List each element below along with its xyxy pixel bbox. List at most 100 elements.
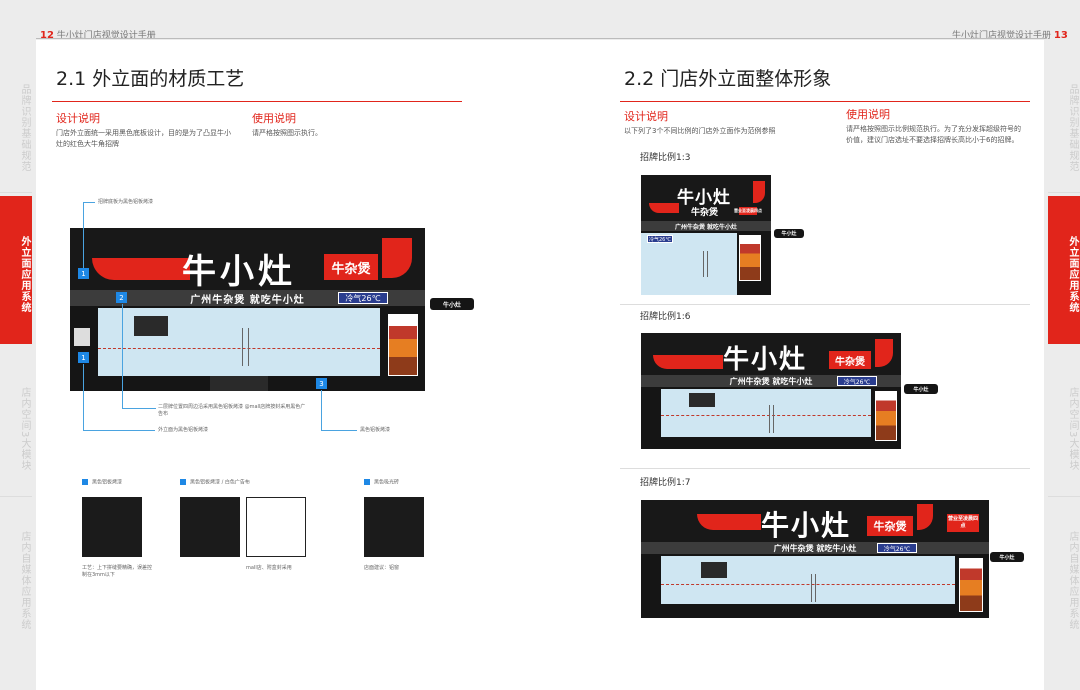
right-tab-brand-basics[interactable]: 品牌识别基础规范 bbox=[1048, 60, 1080, 188]
marker-1b: 1 bbox=[78, 352, 89, 363]
horn-left bbox=[697, 514, 761, 530]
material-label-text: 黑色铝板烤漆 bbox=[92, 479, 123, 486]
right-tab-interior-modules[interactable]: 店内空间3大模块 bbox=[1048, 360, 1080, 490]
slogan-band: 广州牛杂煲 就吃牛小灶 bbox=[641, 221, 771, 231]
leader-line bbox=[83, 202, 84, 268]
material-note-1: 工艺：上下拼缝要精确，误差控制在3mm以下 bbox=[82, 565, 153, 578]
door-handle bbox=[707, 251, 708, 277]
wall-sign bbox=[74, 328, 90, 346]
left-tab-label: 外立面应用系统 bbox=[19, 235, 30, 313]
leader-line bbox=[122, 304, 123, 408]
leader-line bbox=[83, 430, 155, 431]
horn-left bbox=[649, 203, 679, 213]
brand-tag: 牛杂煲 bbox=[867, 516, 913, 536]
storefront-main: 牛小灶 牛杂煲 广州牛杂煲 就吃牛小灶 冷气26℃ bbox=[70, 228, 425, 391]
right-tab-label: 外立面应用系统 bbox=[1067, 235, 1078, 313]
left-tab-divider bbox=[0, 496, 32, 497]
marker-1: 1 bbox=[78, 268, 89, 279]
glass-dashline bbox=[661, 415, 871, 416]
material-note-2: mall店、附盒封采用 bbox=[246, 565, 292, 571]
annotation-second-floor: 二层牌位置四周边沿采用黑色铝板烤漆 @mall店牌按封采用黑色广告布 bbox=[158, 404, 306, 417]
title-rule-left bbox=[52, 101, 462, 102]
menu-poster bbox=[388, 314, 418, 376]
swatch-black-tile bbox=[364, 497, 424, 557]
slogan-band: 广州牛杂煲 就吃牛小灶 bbox=[641, 542, 989, 554]
right-tab-facade-system[interactable]: 外立面应用系统 bbox=[1048, 196, 1080, 344]
annotation-facade: 外立面为黑色铝板烤漆 bbox=[158, 427, 209, 433]
material-label-3: 黑色吸光砖 bbox=[364, 479, 399, 487]
square-icon bbox=[364, 479, 370, 485]
marker-3: 3 bbox=[316, 378, 327, 389]
leader-line bbox=[122, 408, 156, 409]
leader-line bbox=[321, 390, 322, 430]
slogan-text: 广州牛杂煲 就吃牛小灶 bbox=[190, 294, 305, 306]
glass-dashline bbox=[98, 348, 380, 349]
material-label-2: 黑色铝板烤漆 / 白色广告布 bbox=[180, 479, 250, 487]
blade-sign-1: 牛小灶 bbox=[774, 229, 804, 238]
swatch-black-aluminum-2 bbox=[180, 497, 240, 557]
door-gap bbox=[210, 376, 268, 391]
menu-poster bbox=[739, 235, 761, 281]
material-label-text: 黑色吸光砖 bbox=[374, 479, 400, 486]
right-tab-divider bbox=[1048, 192, 1080, 193]
usage-text-right: 请严格按照图示比例规范执行。为了充分发挥超级符号的价值，建议门店选址不要选择招牌… bbox=[846, 125, 1021, 144]
right-page-number: 13 bbox=[1053, 30, 1068, 41]
annotation-signboard: 招牌底板为黑色铝板烤漆 bbox=[98, 199, 154, 205]
door-handle bbox=[769, 405, 770, 433]
section-title-left: 2.1 外立面的材质工艺 bbox=[56, 68, 245, 90]
cold-air-badge: 冷气26℃ bbox=[338, 292, 388, 304]
blade-sign-3: 牛小灶 bbox=[990, 552, 1024, 562]
slogan-text: 广州牛杂煲 就吃牛小灶 bbox=[773, 543, 857, 553]
square-icon bbox=[180, 479, 186, 485]
left-tab-media-system[interactable]: 店内自媒体应用系统 bbox=[0, 506, 32, 646]
slogan-text: 广州牛杂煲 就吃牛小灶 bbox=[729, 376, 813, 386]
brand-name: 牛小灶 bbox=[761, 509, 852, 542]
menu-poster bbox=[875, 391, 897, 441]
right-tab-media-system[interactable]: 店内自媒体应用系统 bbox=[1048, 506, 1080, 646]
design-text-left: 门店外立面统一采用黑色底板设计，目的是为了凸显牛小灶的红色大牛角招牌 bbox=[56, 129, 231, 148]
window-sign-block bbox=[689, 393, 715, 407]
design-text-right: 以下列了3个不同比例的门店外立面作为范例参照 bbox=[624, 127, 776, 135]
section-title-right: 2.2 门店外立面整体形象 bbox=[624, 68, 832, 90]
swatch-black-aluminum bbox=[82, 497, 142, 557]
ratio-label-3: 招牌比例1:7 bbox=[640, 478, 691, 488]
horn-left bbox=[92, 258, 190, 280]
brand-name: 牛小灶 bbox=[182, 252, 296, 292]
square-icon bbox=[82, 479, 88, 485]
manual-spread: 12 牛小灶门店视觉设计手册 牛小灶门店视觉设计手册 13 品牌识别基础规范 外… bbox=[0, 0, 1080, 690]
horn-left bbox=[653, 355, 723, 369]
material-label-1: 黑色铝板烤漆 bbox=[82, 479, 122, 487]
storefront-ratio-1-7: 牛小灶 牛杂煲 营业至凌晨四点 广州牛杂煲 就吃牛小灶 冷气26℃ bbox=[641, 500, 989, 618]
blade-sign-2: 牛小灶 bbox=[904, 384, 938, 394]
cold-air-badge: 冷气26℃ bbox=[837, 376, 877, 386]
storefront-ratio-1-3: 牛小灶 牛杂煲 营业至凌晨四点 广州牛杂煲 就吃牛小灶 冷气26℃ bbox=[641, 175, 771, 295]
slogan-text: 广州牛杂煲 就吃牛小灶 bbox=[674, 223, 738, 231]
marker-2: 2 bbox=[116, 292, 127, 303]
leader-line bbox=[83, 364, 84, 430]
door-handle bbox=[815, 574, 816, 602]
cold-air-badge: 冷气26℃ bbox=[647, 235, 673, 243]
left-tab-label: 品牌识别基础规范 bbox=[19, 84, 30, 172]
door-handle bbox=[242, 328, 243, 366]
right-tab-label: 店内空间3大模块 bbox=[1067, 386, 1078, 472]
glass-dashline bbox=[661, 584, 955, 585]
swatch-white-cloth bbox=[246, 497, 306, 557]
storefront-ratio-1-6: 牛小灶 牛杂煲 广州牛杂煲 就吃牛小灶 冷气26℃ bbox=[641, 333, 901, 449]
material-note-3: 店面建议：铝窗 bbox=[364, 565, 400, 571]
brand-tag: 牛杂煲 bbox=[829, 351, 871, 369]
window-sign-block bbox=[134, 316, 168, 336]
left-tab-divider bbox=[0, 192, 32, 193]
blade-sign-main: 牛小灶 bbox=[430, 298, 474, 310]
left-tab-brand-basics[interactable]: 品牌识别基础规范 bbox=[0, 60, 32, 188]
right-tab-label: 店内自媒体应用系统 bbox=[1067, 530, 1078, 630]
header-rule bbox=[36, 38, 1044, 39]
annotation-black-panel: 黑色铝板烤漆 bbox=[360, 427, 391, 433]
leader-line bbox=[321, 430, 357, 431]
design-label-left: 设计说明 bbox=[56, 112, 100, 125]
left-tab-interior-modules[interactable]: 店内空间3大模块 bbox=[0, 360, 32, 490]
left-tab-label: 店内自媒体应用系统 bbox=[19, 530, 30, 630]
brand-name: 牛小灶 bbox=[723, 345, 808, 375]
ratio-label-1: 招牌比例1:3 bbox=[640, 153, 691, 163]
right-tab-divider bbox=[1048, 496, 1080, 497]
left-tab-facade-system[interactable]: 外立面应用系统 bbox=[0, 196, 32, 344]
